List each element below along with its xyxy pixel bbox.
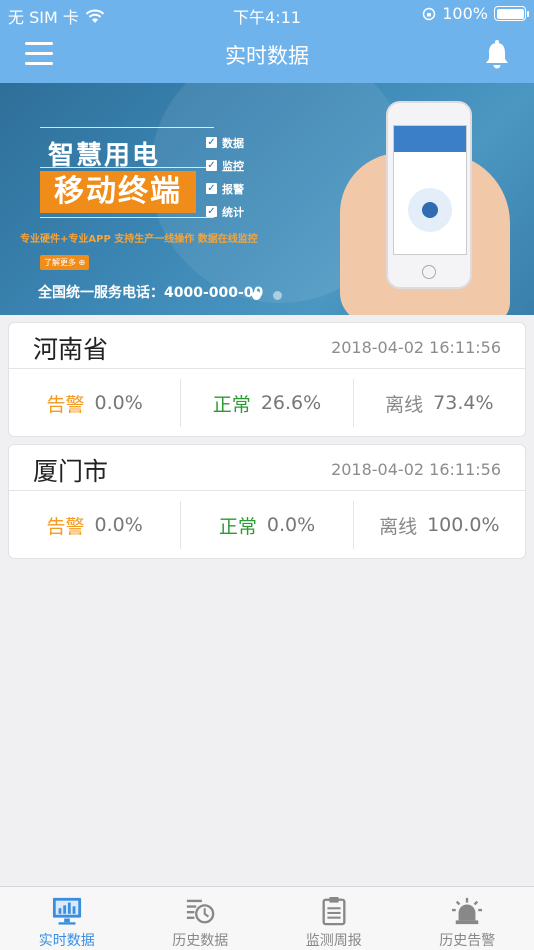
region-stats: 告警 0.0% 正常 0.0% 离线 100.0%: [9, 501, 525, 549]
orientation-lock-icon: [423, 7, 436, 20]
clipboard-report-icon: [322, 896, 346, 926]
normal-value: 0.0%: [266, 514, 316, 536]
region-name: 河南省: [33, 335, 109, 364]
learn-more-button[interactable]: 了解更多 ⊕: [40, 255, 90, 270]
feature-item: ✓ 监控: [206, 159, 244, 173]
promo-banner[interactable]: 智慧用电 移动终端 ✓ 数据 ✓ 监控 ✓ 报警 ✓ 统计 专业硬件+专业APP 支持生…: [0, 83, 534, 315]
check-icon: ✓: [206, 137, 217, 148]
tab-label: 历史数据: [172, 933, 229, 949]
tab-label: 监测周报: [305, 933, 362, 949]
tab-weekly-report[interactable]: 监测周报: [267, 887, 401, 950]
normal-label: 正常: [212, 393, 251, 416]
feature-item: ✓ 数据: [206, 136, 244, 150]
battery-percent: 100%: [442, 4, 488, 23]
header: 无 SIM 卡 下午4:11 100% 实时数据: [0, 0, 534, 83]
offline-label: 离线: [379, 515, 418, 538]
tab-realtime-data[interactable]: 实时数据: [0, 887, 134, 950]
alarm-label: 告警: [46, 393, 85, 416]
nav-bar: 实时数据: [0, 28, 534, 83]
alarm-stat: 告警 0.0%: [9, 501, 180, 549]
region-card[interactable]: 河南省 2018-04-02 16:11:56 告警 0.0% 正常 26.6%…: [8, 322, 526, 437]
offline-stat: 离线 100.0%: [352, 501, 525, 549]
check-icon: ✓: [206, 183, 217, 194]
bell-icon: [486, 40, 508, 69]
service-phone: 全国统一服务电话：4000-000-00: [38, 285, 264, 301]
banner-subtitle: 移动终端: [40, 171, 196, 213]
normal-value: 26.6%: [260, 392, 322, 414]
history-clock-icon: [187, 899, 215, 924]
normal-label: 正常: [218, 515, 257, 538]
alarm-value: 0.0%: [94, 392, 143, 414]
tab-history-alarm[interactable]: 历史告警: [401, 887, 534, 950]
battery-icon: [494, 6, 529, 21]
offline-label: 离线: [385, 393, 424, 416]
tab-label: 历史告警: [439, 933, 496, 949]
carousel-dot-active[interactable]: [252, 291, 261, 300]
alarm-label: 告警: [46, 515, 85, 538]
feature-item: ✓ 统计: [206, 205, 244, 219]
region-card[interactable]: 厦门市 2018-04-02 16:11:56 告警 0.0% 正常 0.0% …: [8, 444, 526, 559]
banner-divider: [40, 127, 214, 128]
monitor-chart-icon: [52, 897, 81, 925]
notification-button[interactable]: [484, 39, 510, 69]
tab-history-data[interactable]: 历史数据: [134, 887, 268, 950]
check-icon: ✓: [206, 160, 217, 171]
normal-stat: 正常 26.6%: [180, 379, 352, 427]
status-bar: 无 SIM 卡 下午4:11 100%: [0, 0, 534, 28]
phone-in-hand-image: [340, 93, 510, 315]
update-time: 2018-04-02 16:11:56: [331, 338, 501, 357]
normal-stat: 正常 0.0%: [180, 501, 352, 549]
offline-value: 100.0%: [427, 514, 500, 536]
alarm-siren-icon: [452, 897, 483, 925]
banner-tagline: 专业硬件+专业APP 支持生产一线操作 数据在线监控: [20, 234, 258, 245]
region-name: 厦门市: [33, 457, 109, 486]
carousel-indicator[interactable]: [252, 291, 282, 300]
tab-bar: 实时数据 历史数据 监测周报 历史告警: [0, 886, 534, 950]
banner-feature-list: ✓ 数据 ✓ 监控 ✓ 报警 ✓ 统计: [206, 131, 244, 223]
alarm-stat: 告警 0.0%: [9, 379, 180, 427]
carousel-dot[interactable]: [273, 291, 282, 300]
region-stats: 告警 0.0% 正常 26.6% 离线 73.4%: [9, 379, 525, 427]
region-card-header: 厦门市 2018-04-02 16:11:56: [9, 445, 525, 491]
check-icon: ✓: [206, 206, 217, 217]
tab-label: 实时数据: [38, 933, 95, 949]
region-card-header: 河南省 2018-04-02 16:11:56: [9, 323, 525, 369]
offline-value: 73.4%: [433, 392, 494, 414]
page-title: 实时数据: [225, 44, 309, 68]
feature-item: ✓ 报警: [206, 182, 244, 196]
update-time: 2018-04-02 16:11:56: [331, 460, 501, 479]
offline-stat: 离线 73.4%: [352, 379, 525, 427]
alarm-value: 0.0%: [94, 514, 143, 536]
